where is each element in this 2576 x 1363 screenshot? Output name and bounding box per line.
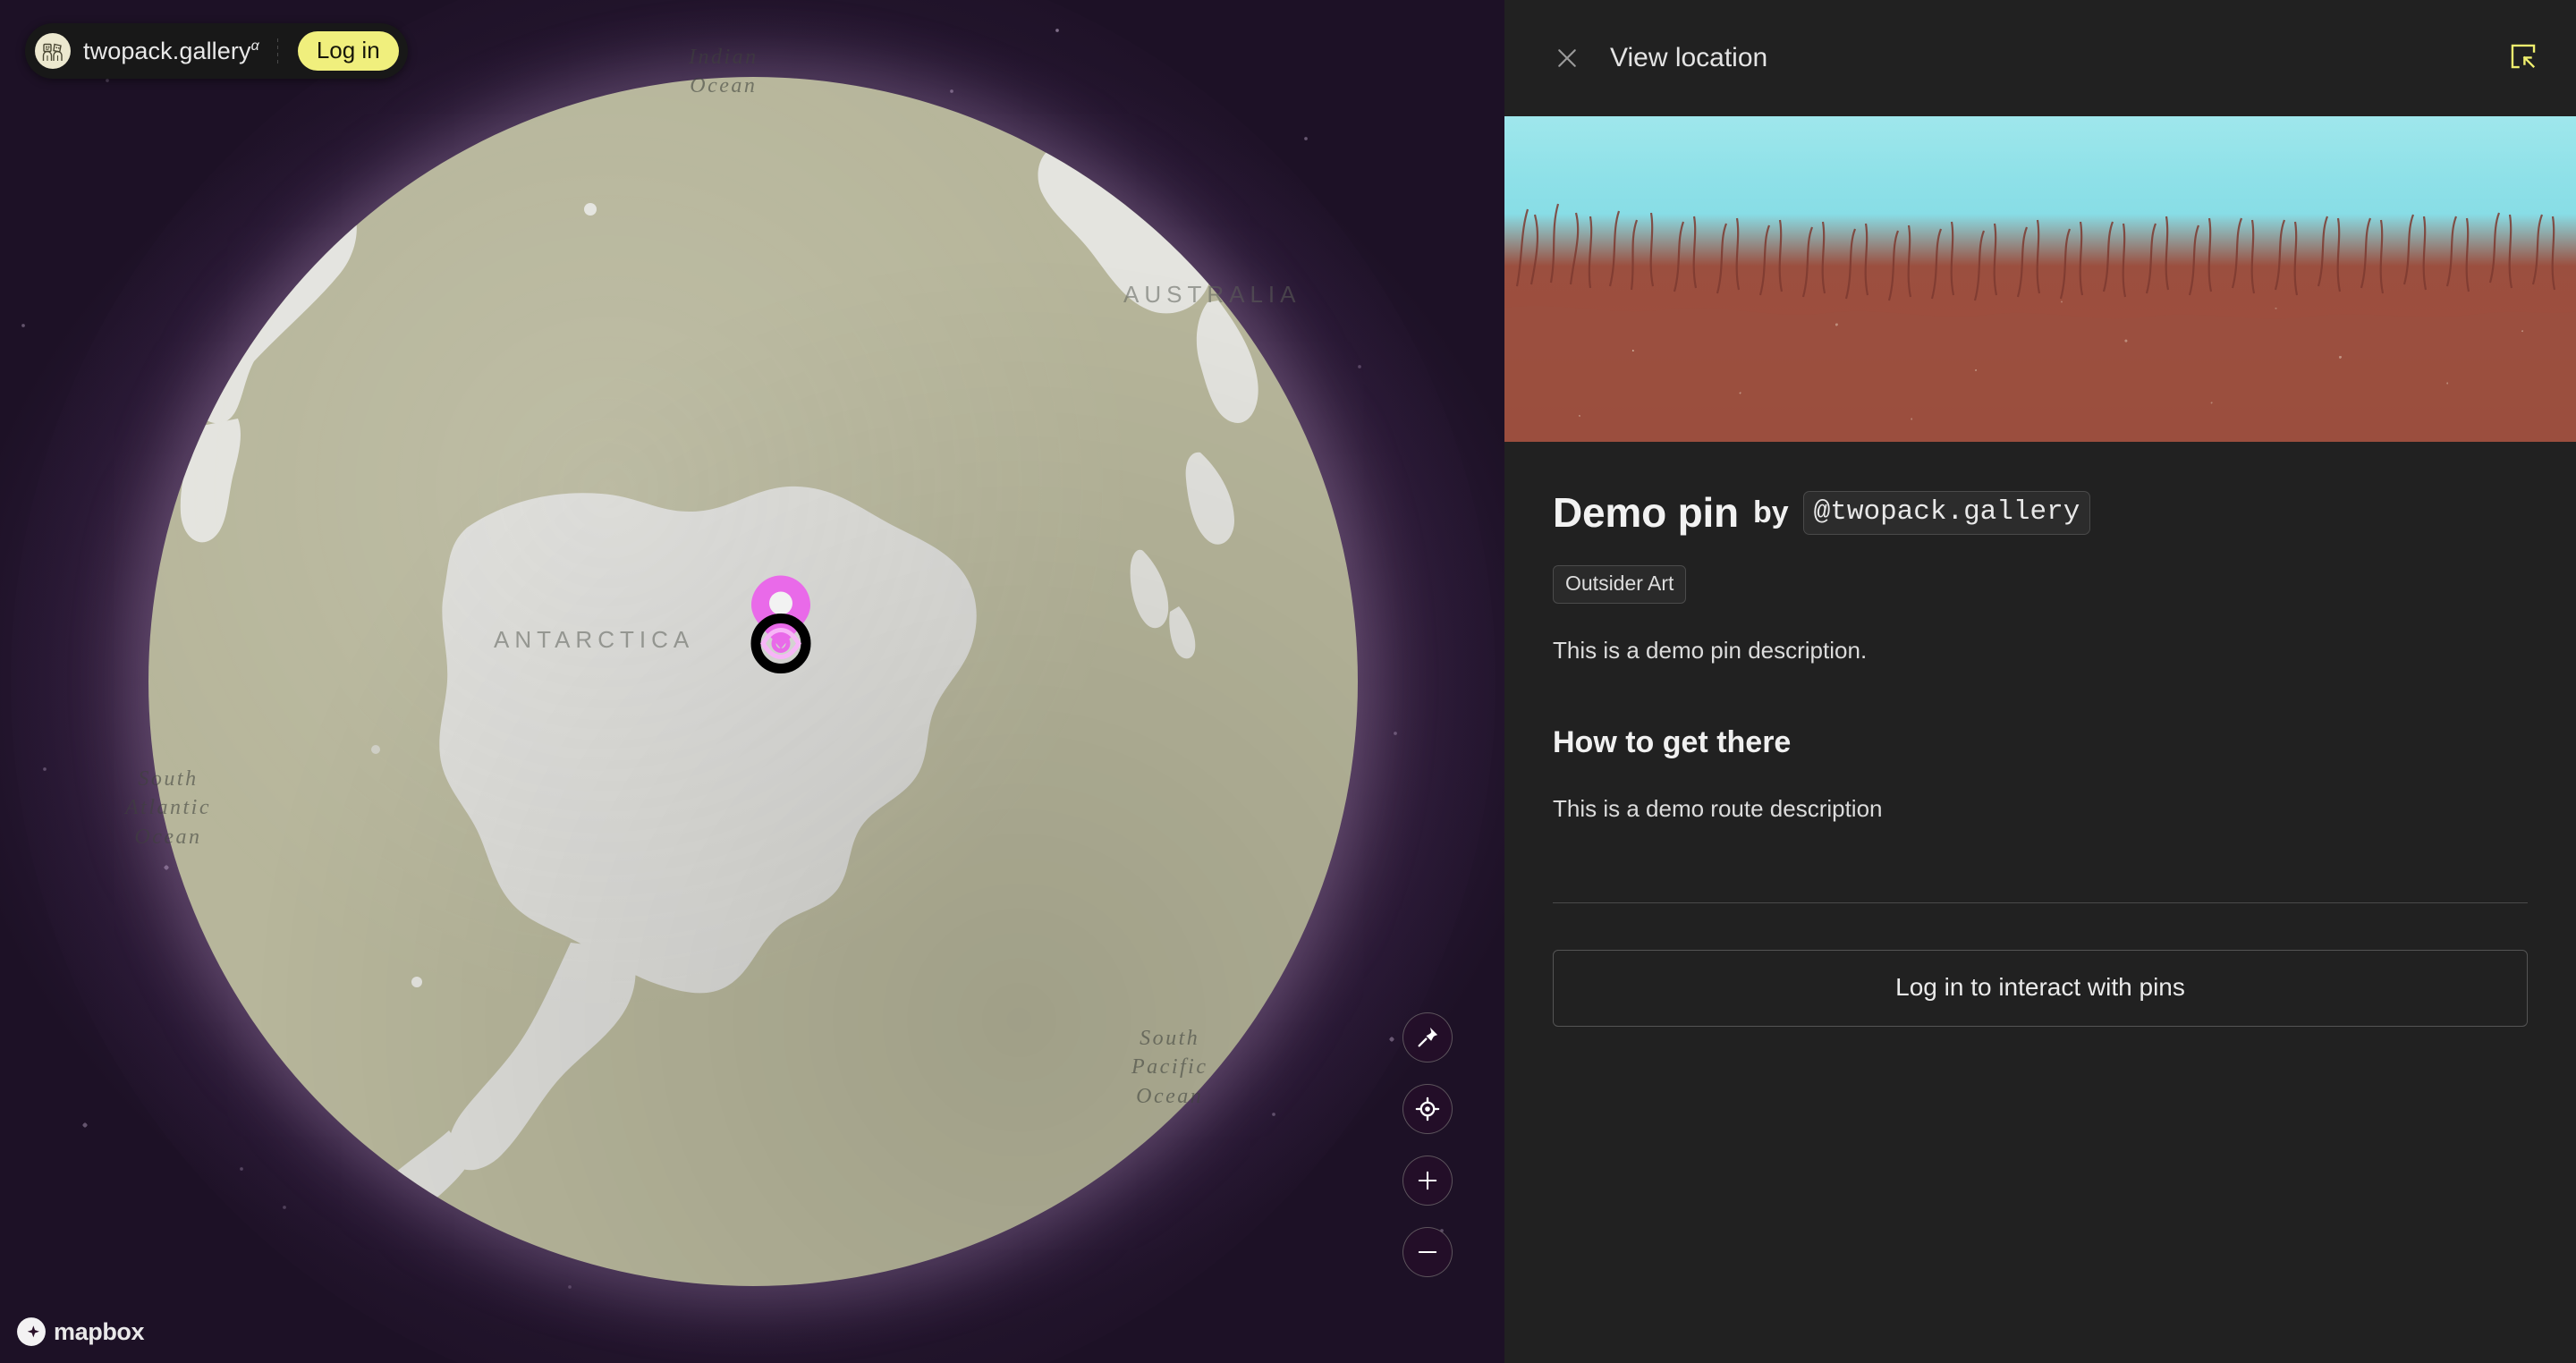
tag-row: Outsider Art — [1553, 565, 2528, 604]
by-label: by — [1752, 495, 1789, 529]
zoom-in-button[interactable] — [1402, 1156, 1453, 1206]
section-divider — [1553, 902, 2528, 904]
login-button[interactable]: Log in — [297, 31, 399, 71]
login-to-interact-button[interactable]: Log in to interact with pins — [1553, 950, 2528, 1028]
panel-title: View location — [1610, 43, 1768, 72]
pin-icon — [1418, 1027, 1438, 1047]
mapbox-attribution[interactable]: mapbox — [16, 1316, 145, 1347]
account-bar-divider — [276, 38, 278, 63]
author-handle-chip[interactable]: @twopack.gallery — [1802, 490, 2091, 535]
panel-header: View location — [1504, 0, 2576, 116]
route-description: This is a demo route description — [1553, 794, 1883, 822]
open-in-panel-icon[interactable] — [2508, 41, 2542, 75]
panel-body: Demo pin by @twopack.gallery Outsider Ar… — [1504, 442, 2576, 1028]
tag-chip[interactable]: Outsider Art — [1553, 565, 1687, 604]
pin-drop-icon[interactable] — [734, 572, 827, 676]
plus-icon — [1418, 1171, 1437, 1190]
globe-shading — [148, 77, 1358, 1286]
account-bar: twopack.galleryα Log in — [25, 23, 408, 79]
pin-hero-image[interactable] — [1504, 116, 2576, 442]
mapbox-wordmark: mapbox — [54, 1317, 145, 1345]
pin-description: This is a demo pin description. — [1553, 637, 1868, 664]
app-root: Indian Ocean AUSTRALIA ANTARCTICA South Atl… — [0, 0, 2576, 1363]
two-people-avatar-icon[interactable] — [35, 33, 71, 69]
map-controls — [1402, 1012, 1453, 1277]
hero-image-texture — [1504, 116, 2576, 442]
account-handle[interactable]: twopack.galleryα — [83, 38, 259, 65]
crosshair-locate-icon — [1415, 1096, 1440, 1122]
pin-button[interactable] — [1402, 1012, 1453, 1062]
page-title: Demo pin — [1553, 489, 1739, 536]
map-pin-marker[interactable] — [734, 572, 827, 681]
locate-button[interactable] — [1402, 1084, 1453, 1134]
map-canvas[interactable]: Indian Ocean AUSTRALIA ANTARCTICA South Atl… — [0, 0, 1504, 1363]
zoom-out-button[interactable] — [1402, 1227, 1453, 1277]
minus-icon — [1418, 1250, 1437, 1254]
close-x-icon[interactable] — [1552, 43, 1582, 73]
route-section-heading: How to get there — [1553, 724, 1792, 759]
pin-title-row: Demo pin by @twopack.gallery — [1553, 488, 2528, 537]
location-detail-panel: View location Demo pin by @twopack.galle… — [1504, 0, 2576, 1363]
globe-sphere — [148, 77, 1358, 1286]
mapbox-logo-icon — [17, 1317, 46, 1346]
